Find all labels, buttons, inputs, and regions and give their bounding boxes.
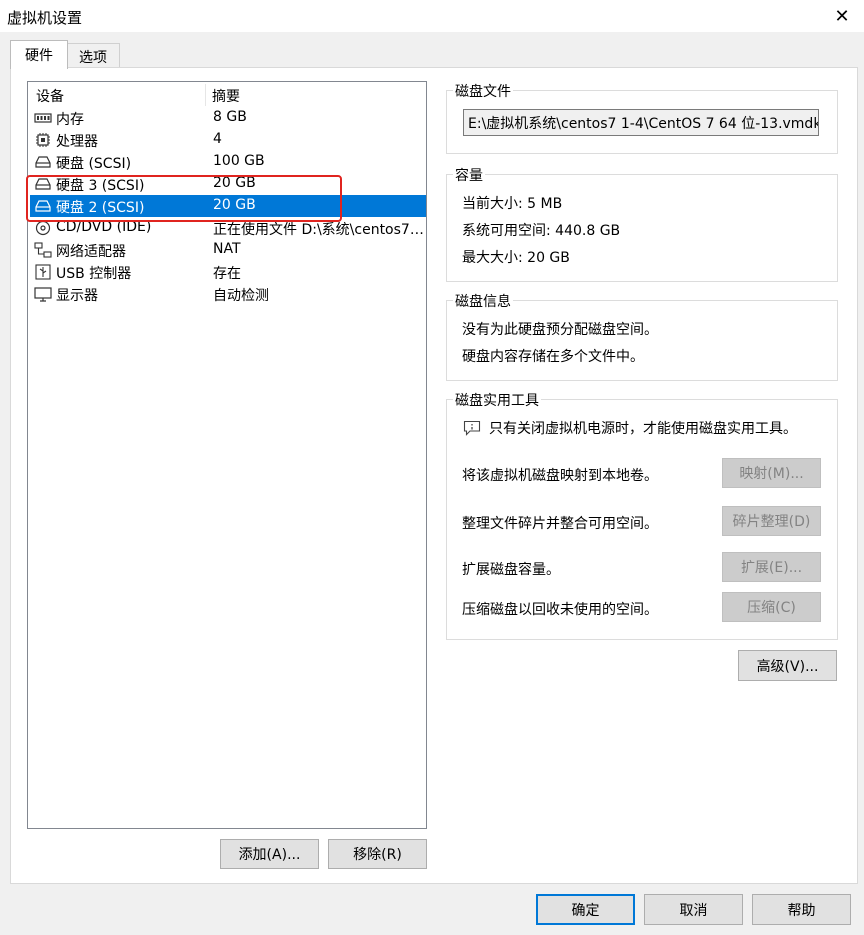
- device-summary: 8 GB: [213, 109, 247, 125]
- map-description: 将该虚拟机磁盘映射到本地卷。: [462, 468, 658, 484]
- device-name: 显示器: [56, 288, 98, 304]
- disk-utilities-notice: 只有关闭虚拟机电源时，才能使用磁盘实用工具。: [489, 421, 797, 437]
- compact-button-label: 压缩(C): [747, 600, 796, 616]
- disk-info-label: 磁盘信息: [453, 291, 513, 311]
- advanced-button[interactable]: 高级(V)...: [738, 650, 837, 681]
- ok-button-label: 确定: [571, 902, 600, 919]
- disk-info-group: 磁盘信息 没有为此硬盘预分配磁盘空间。 硬盘内容存储在多个文件中。: [446, 291, 838, 381]
- tab-options-label: 选项: [79, 50, 107, 66]
- usb-icon: [35, 264, 51, 280]
- add-button[interactable]: 添加(A)...: [220, 839, 319, 869]
- compact-button[interactable]: 压缩(C): [722, 592, 821, 622]
- device-row-usb-controller[interactable]: USB 控制器 存在: [30, 261, 426, 283]
- column-header-device[interactable]: 设备: [36, 86, 64, 106]
- window-title: 虚拟机设置: [7, 9, 83, 27]
- map-button[interactable]: 映射(M)...: [722, 458, 821, 488]
- ok-button[interactable]: 确定: [536, 894, 635, 925]
- column-header-summary[interactable]: 摘要: [212, 86, 240, 106]
- disk-info-line-1: 没有为此硬盘预分配磁盘空间。: [462, 322, 658, 338]
- capacity-label: 容量: [453, 165, 485, 185]
- defrag-button-label: 碎片整理(D): [732, 514, 811, 530]
- device-row-hard-disk-scsi[interactable]: 硬盘 (SCSI) 100 GB: [30, 151, 426, 173]
- device-name: 网络适配器: [56, 244, 126, 260]
- device-row-cd-dvd[interactable]: CD/DVD (IDE) 正在使用文件 D:\系统\centos7\CentOS…: [30, 217, 426, 239]
- processor-icon: [36, 133, 50, 147]
- network-adapter-icon: [34, 242, 52, 258]
- device-row-processor[interactable]: 处理器 4: [30, 129, 426, 151]
- info-notice-icon: [463, 420, 481, 436]
- device-row-display[interactable]: 显示器 自动检测: [30, 283, 426, 305]
- expand-description: 扩展磁盘容量。: [462, 562, 560, 578]
- tab-hardware-label: 硬件: [25, 48, 53, 64]
- add-button-label: 添加(A)...: [238, 847, 301, 863]
- cancel-button-label: 取消: [679, 902, 708, 919]
- device-summary: NAT: [213, 241, 241, 257]
- device-name: 处理器: [56, 134, 98, 150]
- device-row-hard-disk-3[interactable]: 硬盘 3 (SCSI) 20 GB: [30, 173, 426, 195]
- device-summary: 20 GB: [213, 175, 256, 191]
- device-summary: 正在使用文件 D:\系统\centos7\CentOS-7-x86_64-DVD…: [213, 222, 425, 238]
- disk-file-group: 磁盘文件 E:\虚拟机系统\centos7 1-4\CentOS 7 64 位-…: [446, 81, 838, 154]
- defrag-button[interactable]: 碎片整理(D): [722, 506, 821, 536]
- device-name: 内存: [56, 112, 84, 128]
- hard-disk-icon: [35, 200, 51, 212]
- defrag-description: 整理文件碎片并整合可用空间。: [462, 516, 658, 532]
- device-row-network-adapter[interactable]: 网络适配器 NAT: [30, 239, 426, 261]
- tab-hardware[interactable]: 硬件: [10, 40, 68, 69]
- column-header-separator[interactable]: [205, 84, 206, 106]
- device-summary: 4: [213, 131, 222, 147]
- expand-button-label: 扩展(E)...: [740, 560, 803, 576]
- device-summary: 存在: [213, 266, 241, 282]
- device-row-memory[interactable]: 内存 8 GB: [30, 107, 426, 129]
- device-row-hard-disk-2[interactable]: 硬盘 2 (SCSI) 20 GB: [30, 195, 426, 217]
- compact-description: 压缩磁盘以回收未使用的空间。: [462, 602, 658, 618]
- system-free-space-text: 系统可用空间: 440.8 GB: [462, 223, 621, 239]
- device-summary: 20 GB: [213, 197, 256, 213]
- display-icon: [34, 287, 52, 302]
- disk-file-path: E:\虚拟机系统\centos7 1-4\CentOS 7 64 位-13.vm…: [468, 115, 819, 132]
- capacity-group: 容量 当前大小: 5 MB 系统可用空间: 440.8 GB 最大大小: 20 …: [446, 165, 838, 282]
- memory-icon: [34, 113, 52, 123]
- advanced-button-label: 高级(V)...: [756, 658, 819, 675]
- device-name: 硬盘 2 (SCSI): [56, 200, 145, 216]
- hard-disk-icon: [35, 178, 51, 190]
- remove-button[interactable]: 移除(R): [328, 839, 427, 869]
- disk-file-path-field[interactable]: E:\虚拟机系统\centos7 1-4\CentOS 7 64 位-13.vm…: [463, 109, 819, 136]
- disk-utilities-group: 磁盘实用工具 只有关闭虚拟机电源时，才能使用磁盘实用工具。 将该虚拟机磁盘映射到…: [446, 390, 838, 640]
- device-summary: 自动检测: [213, 288, 269, 304]
- max-size-text: 最大大小: 20 GB: [462, 250, 570, 266]
- remove-button-label: 移除(R): [353, 847, 402, 863]
- hard-disk-icon: [35, 156, 51, 168]
- disk-file-label: 磁盘文件: [453, 81, 513, 101]
- device-name: USB 控制器: [56, 266, 132, 282]
- tab-options[interactable]: 选项: [66, 43, 120, 70]
- device-list[interactable]: 设备 摘要 内存 8 GB 处理器 4 硬盘 (SCSI) 100 GB 硬盘 …: [27, 81, 427, 829]
- close-button[interactable]: ✕: [820, 0, 864, 32]
- device-name: 硬盘 3 (SCSI): [56, 178, 145, 194]
- help-button-label: 帮助: [787, 902, 816, 919]
- title-bar: 虚拟机设置 ✕: [0, 0, 864, 32]
- disk-utilities-label: 磁盘实用工具: [453, 390, 541, 410]
- cd-dvd-icon: [35, 220, 51, 236]
- close-icon: ✕: [834, 5, 850, 27]
- device-name: CD/DVD (IDE): [56, 219, 152, 235]
- current-size-text: 当前大小: 5 MB: [462, 196, 563, 212]
- disk-info-line-2: 硬盘内容存储在多个文件中。: [462, 349, 644, 365]
- device-name: 硬盘 (SCSI): [56, 156, 132, 172]
- device-summary: 100 GB: [213, 153, 265, 169]
- map-button-label: 映射(M)...: [739, 466, 804, 482]
- expand-button[interactable]: 扩展(E)...: [722, 552, 821, 582]
- cancel-button[interactable]: 取消: [644, 894, 743, 925]
- help-button[interactable]: 帮助: [752, 894, 851, 925]
